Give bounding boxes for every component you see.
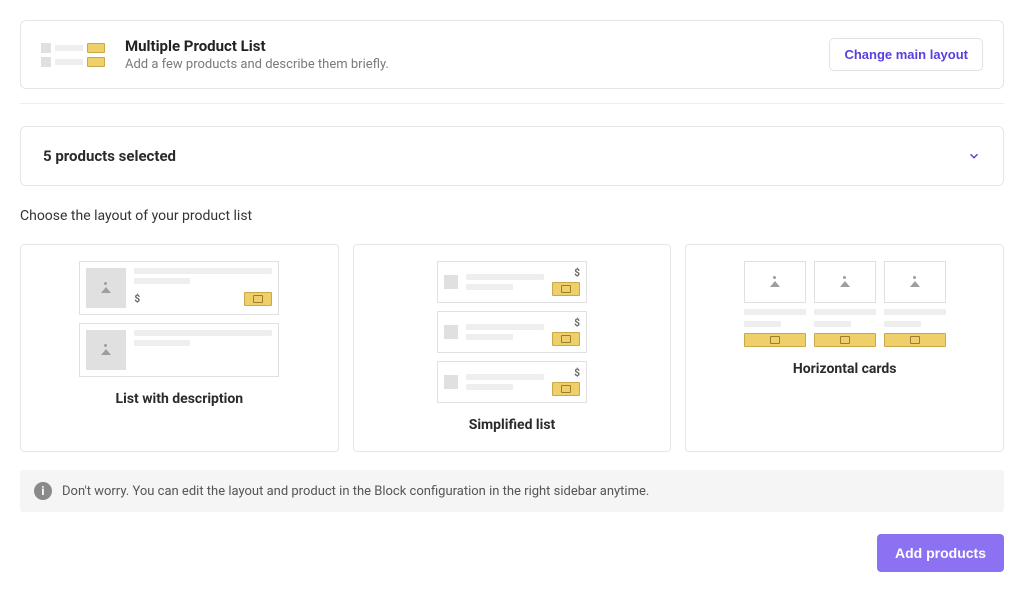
choice-label: Horizontal cards <box>793 361 897 377</box>
preview-simplified-list: $ $ $ <box>437 261 587 403</box>
layout-subtitle: Add a few products and describe them bri… <box>125 57 389 72</box>
footer: Add products <box>20 534 1004 572</box>
image-icon <box>86 268 126 308</box>
choose-layout-label: Choose the layout of your product list <box>20 208 1004 224</box>
choice-horizontal-cards[interactable]: Horizontal cards <box>685 244 1004 452</box>
add-products-button[interactable]: Add products <box>877 534 1004 572</box>
price-icon: $ <box>574 318 580 329</box>
image-icon <box>444 325 458 339</box>
choice-simplified-list[interactable]: $ $ $ Simplified list <box>353 244 672 452</box>
cart-button-icon <box>552 282 580 296</box>
cart-button-icon <box>884 333 946 347</box>
preview-list-with-description: $ <box>79 261 279 377</box>
layout-header-text: Multiple Product List Add a few products… <box>125 37 389 72</box>
layout-thumbnail <box>41 43 105 67</box>
info-note: i Don't worry. You can edit the layout a… <box>20 470 1004 512</box>
layout-choices: $ List with description $ <box>20 244 1004 452</box>
price-icon: $ <box>574 368 580 379</box>
choice-label: Simplified list <box>469 417 556 433</box>
add-products-label: Add products <box>895 545 986 561</box>
products-selected-accordion[interactable]: 5 products selected <box>20 126 1004 186</box>
chevron-down-icon <box>967 149 981 163</box>
image-icon <box>444 375 458 389</box>
cart-button-icon <box>244 292 272 306</box>
cart-button-icon <box>552 382 580 396</box>
info-note-text: Don't worry. You can edit the layout and… <box>62 484 649 499</box>
divider <box>20 103 1004 104</box>
layout-header-left: Multiple Product List Add a few products… <box>41 37 389 72</box>
image-icon <box>814 261 876 303</box>
image-icon <box>884 261 946 303</box>
layout-header-card: Multiple Product List Add a few products… <box>20 20 1004 89</box>
cart-button-icon <box>552 332 580 346</box>
image-icon <box>744 261 806 303</box>
preview-horizontal-cards <box>740 261 950 347</box>
price-icon: $ <box>134 294 140 305</box>
price-icon: $ <box>574 268 580 279</box>
choice-list-with-description[interactable]: $ List with description <box>20 244 339 452</box>
info-icon: i <box>34 482 52 500</box>
change-main-layout-button[interactable]: Change main layout <box>829 38 983 71</box>
change-main-layout-label: Change main layout <box>844 47 968 62</box>
image-icon <box>86 330 126 370</box>
choice-label: List with description <box>116 391 244 407</box>
products-selected-label: 5 products selected <box>43 147 176 165</box>
image-icon <box>444 275 458 289</box>
cart-button-icon <box>744 333 806 347</box>
layout-title: Multiple Product List <box>125 37 389 55</box>
cart-button-icon <box>814 333 876 347</box>
